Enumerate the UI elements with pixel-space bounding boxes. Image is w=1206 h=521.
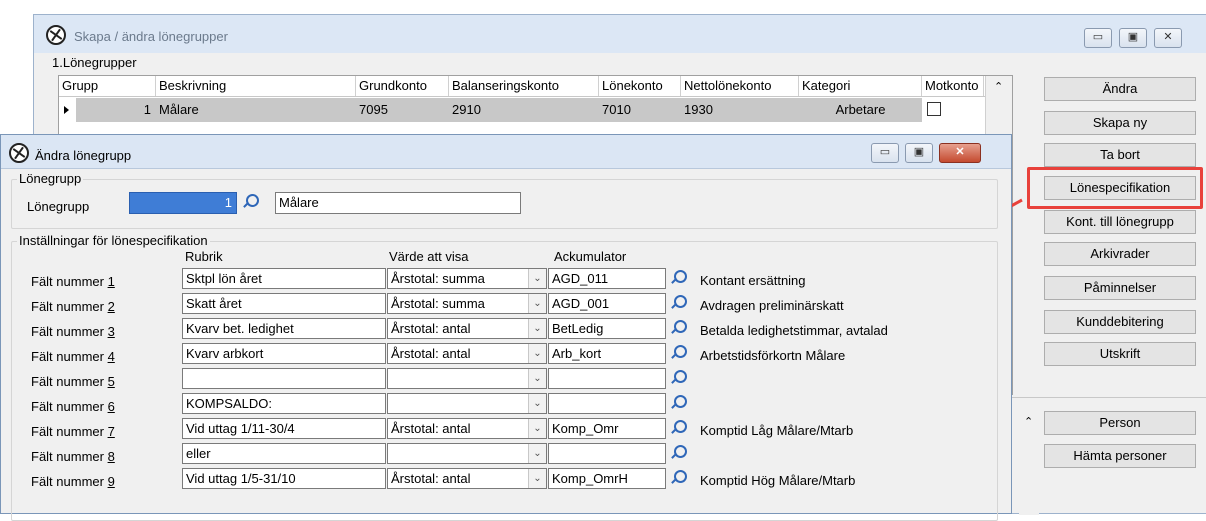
field-row-9: Fält nummer 9 Vid uttag 1/5-31/10 Årstot… [1, 468, 1001, 492]
settings-group-label: Inställningar för lönespecifikation [17, 233, 210, 248]
field-row-4: Fält nummer 4 Kvarv arbkort Årstotal: an… [1, 343, 1001, 367]
ackumulator-input[interactable] [548, 393, 666, 414]
rubrik-input[interactable]: Sktpl lön året [182, 268, 386, 289]
varde-select[interactable]: Årstotal: antal ⌄ [387, 418, 547, 439]
chevron-down-icon[interactable]: ⌄ [528, 319, 546, 338]
ackumulator-description: Betalda ledighetstimmar, avtalad [700, 323, 888, 338]
field-row-1: Fält nummer 1 Sktpl lön året Årstotal: s… [1, 268, 1001, 292]
lonegrupp-label: Lönegrupp [27, 199, 90, 214]
chevron-down-icon[interactable]: ⌄ [528, 419, 546, 438]
lonegrupp-group-label: Lönegrupp [17, 171, 84, 186]
lonegrupp-input[interactable]: 1 [129, 192, 237, 214]
field-row-2: Fält nummer 2 Skatt året Årstotal: summa… [1, 293, 1001, 317]
ackumulator-input[interactable]: Arb_kort [548, 343, 666, 364]
field-row-8: Fält nummer 8 eller ⌄ [1, 443, 1001, 467]
col-ackumulator-header: Ackumulator [554, 249, 627, 264]
ackumulator-input[interactable] [548, 443, 666, 464]
rubrik-input[interactable]: Vid uttag 1/11-30/4 [182, 418, 386, 439]
ackumulator-input[interactable]: Komp_OmrH [548, 468, 666, 489]
ackumulator-input[interactable]: AGD_011 [548, 268, 666, 289]
ackumulator-search-icon[interactable] [667, 418, 689, 439]
ackumulator-input[interactable]: BetLedig [548, 318, 666, 339]
maximize-icon[interactable]: ▣ [905, 143, 933, 163]
varde-select[interactable]: Årstotal: summa ⌄ [387, 293, 547, 314]
ackumulator-input[interactable] [548, 368, 666, 389]
field-rows: Fält nummer 1 Sktpl lön året Årstotal: s… [1, 268, 1001, 508]
field-row-7: Fält nummer 7 Vid uttag 1/11-30/4 Årstot… [1, 418, 1001, 442]
ackumulator-description: Avdragen preliminärskatt [700, 298, 844, 313]
chevron-down-icon[interactable]: ⌄ [528, 444, 546, 463]
field-label: Fält nummer 8 [31, 449, 115, 464]
close-icon[interactable]: ✕ [939, 143, 981, 163]
ackumulator-search-icon[interactable] [667, 343, 689, 364]
app-icon [9, 143, 29, 163]
varde-select[interactable]: Årstotal: antal ⌄ [387, 343, 547, 364]
field-row-5: Fält nummer 5 ⌄ [1, 368, 1001, 392]
chevron-down-icon[interactable]: ⌄ [528, 269, 546, 288]
ackumulator-description: Kontant ersättning [700, 273, 806, 288]
ackumulator-search-icon[interactable] [667, 293, 689, 314]
chevron-down-icon[interactable]: ⌄ [528, 369, 546, 388]
chevron-down-icon[interactable]: ⌄ [528, 344, 546, 363]
varde-select[interactable]: Årstotal: antal ⌄ [387, 468, 547, 489]
varde-select[interactable]: ⌄ [387, 393, 547, 414]
field-label: Fält nummer 3 [31, 324, 115, 339]
ackumulator-search-icon[interactable] [667, 468, 689, 489]
rubrik-input[interactable]: eller [182, 443, 386, 464]
chevron-down-icon[interactable]: ⌄ [528, 294, 546, 313]
col-rubrik-header: Rubrik [185, 249, 223, 264]
ackumulator-input[interactable]: AGD_001 [548, 293, 666, 314]
ackumulator-description: Komptid Låg Målare/Mtarb [700, 423, 854, 438]
field-label: Fält nummer 5 [31, 374, 115, 389]
rubrik-input[interactable]: Kvarv arbkort [182, 343, 386, 364]
varde-select[interactable]: Årstotal: summa ⌄ [387, 268, 547, 289]
field-label: Fält nummer 1 [31, 274, 115, 289]
col-varde-header: Värde att visa [389, 249, 469, 264]
lonegrupp-search-icon[interactable] [239, 192, 261, 213]
field-row-6: Fält nummer 6 KOMPSALDO: ⌄ [1, 393, 1001, 417]
field-label: Fält nummer 2 [31, 299, 115, 314]
dialog-title: Ändra lönegrupp [35, 148, 132, 163]
field-label: Fält nummer 7 [31, 424, 115, 439]
rubrik-input[interactable]: Skatt året [182, 293, 386, 314]
rubrik-input[interactable]: KOMPSALDO: [182, 393, 386, 414]
chevron-down-icon[interactable]: ⌄ [528, 394, 546, 413]
rubrik-input[interactable] [182, 368, 386, 389]
andra-lonegrupp-dialog: Ändra lönegrupp ▭ ▣ ✕ Lönegrupp Lönegrup… [0, 134, 1012, 521]
ackumulator-search-icon[interactable] [667, 443, 689, 464]
ackumulator-search-icon[interactable] [667, 318, 689, 339]
field-row-3: Fält nummer 3 Kvarv bet. ledighet Årstot… [1, 318, 1001, 342]
ackumulator-input[interactable]: Komp_Omr [548, 418, 666, 439]
rubrik-input[interactable]: Vid uttag 1/5-31/10 [182, 468, 386, 489]
ackumulator-description: Komptid Hög Målare/Mtarb [700, 473, 856, 488]
varde-select[interactable]: Årstotal: antal ⌄ [387, 318, 547, 339]
chevron-down-icon[interactable]: ⌄ [528, 469, 546, 488]
varde-select[interactable]: ⌄ [387, 368, 547, 389]
ackumulator-search-icon[interactable] [667, 393, 689, 414]
rubrik-input[interactable]: Kvarv bet. ledighet [182, 318, 386, 339]
minimize-icon[interactable]: ▭ [871, 143, 899, 163]
field-label: Fält nummer 9 [31, 474, 115, 489]
ackumulator-search-icon[interactable] [667, 268, 689, 289]
ackumulator-search-icon[interactable] [667, 368, 689, 389]
varde-select[interactable]: ⌄ [387, 443, 547, 464]
field-label: Fält nummer 4 [31, 349, 115, 364]
lonegrupp-name-field[interactable]: Målare [275, 192, 521, 214]
field-label: Fält nummer 6 [31, 399, 115, 414]
dialog-titlebar[interactable]: Ändra lönegrupp ▭ ▣ ✕ [1, 135, 1011, 169]
ackumulator-description: Arbetstidsförkortn Målare [700, 348, 846, 363]
